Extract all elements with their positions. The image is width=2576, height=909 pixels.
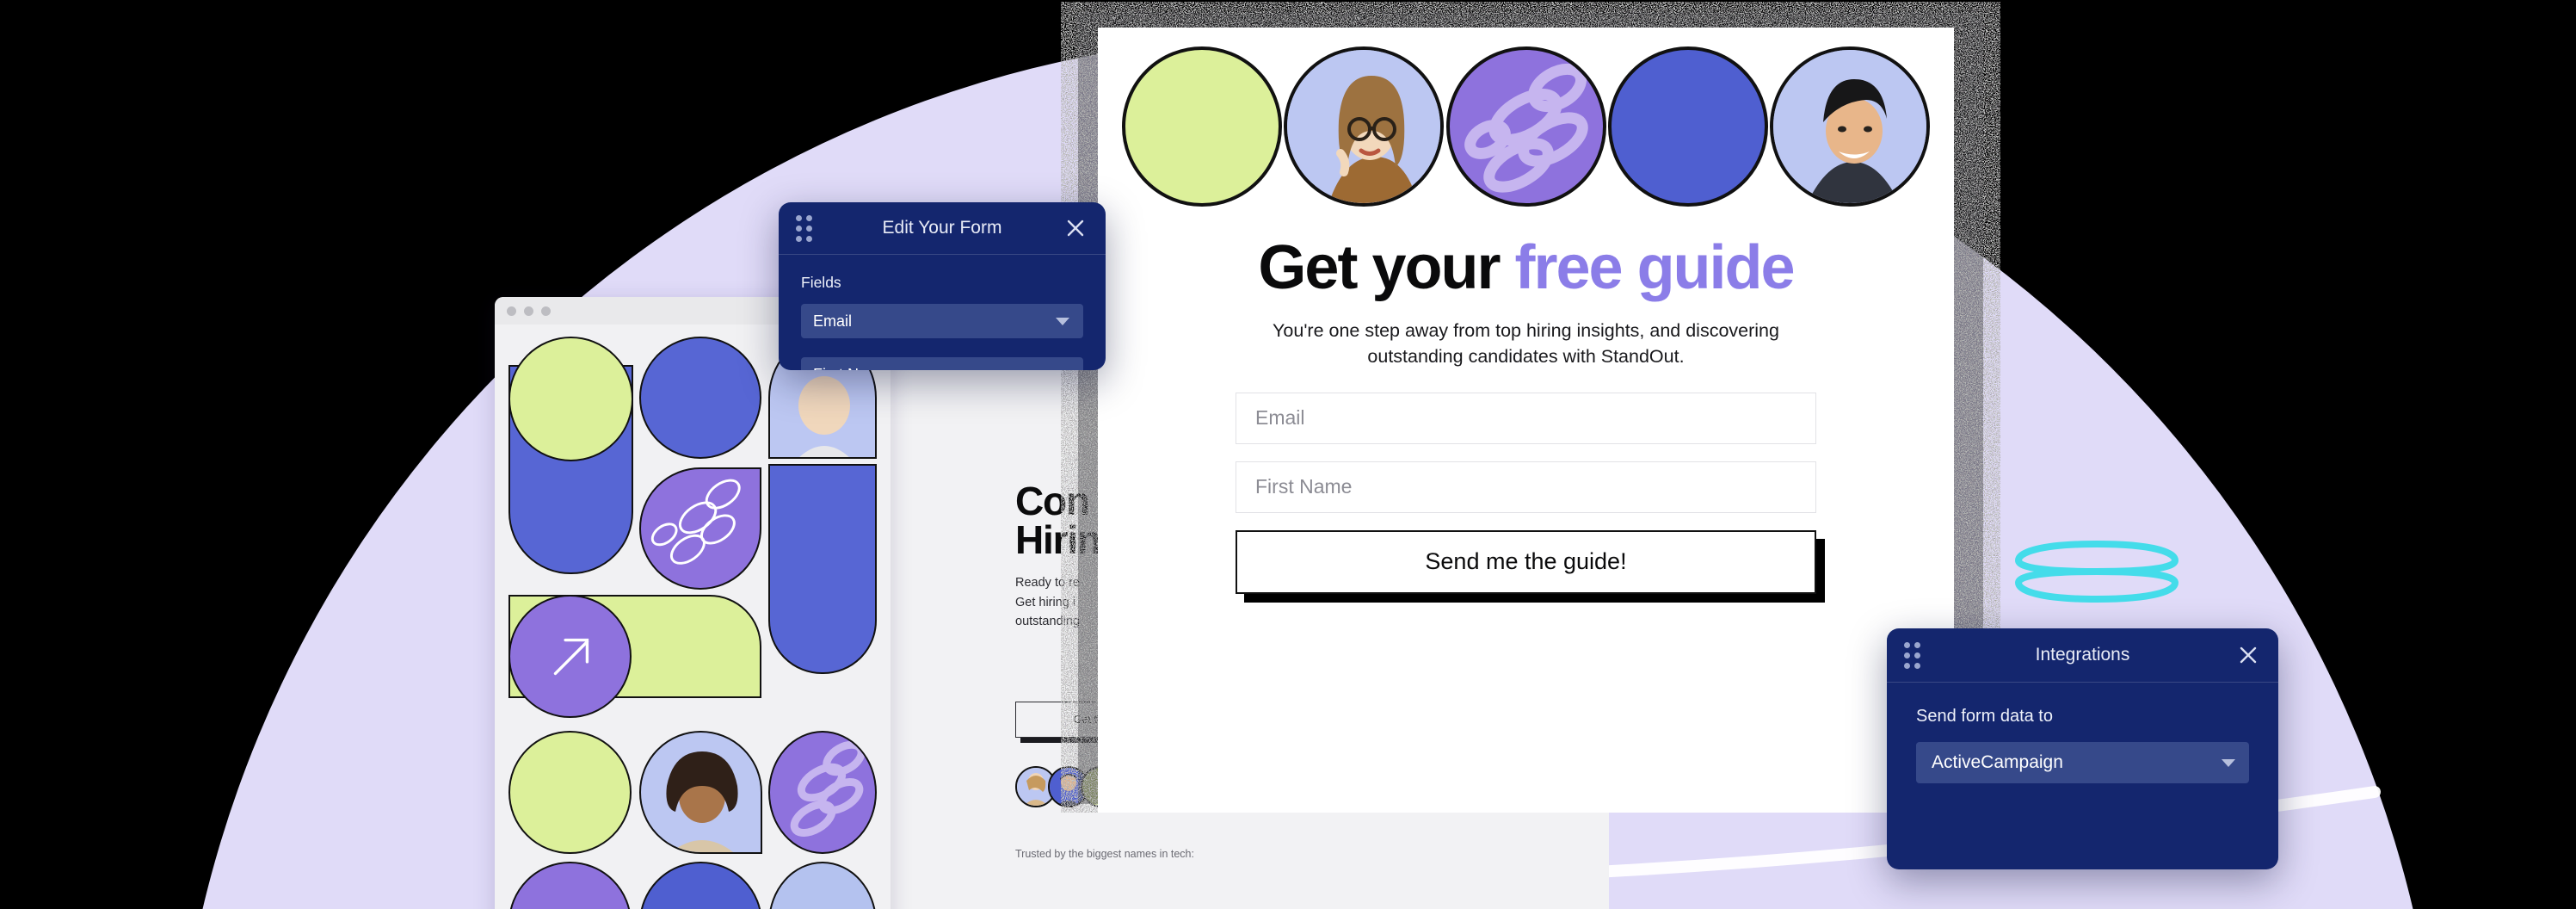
integrations-modal[interactable]: Integrations Send form data to ActiveCam… bbox=[1887, 628, 2278, 869]
cyan-squiggle-decoration bbox=[2015, 541, 2179, 603]
submit-wrapper: Send me the guide! bbox=[1236, 529, 1816, 594]
integration-select-value: ActiveCampaign bbox=[1932, 752, 2063, 772]
edit-form-modal-header: Edit Your Form bbox=[779, 202, 1106, 255]
first-name-field[interactable]: First Name bbox=[1236, 461, 1816, 513]
close-icon[interactable] bbox=[2237, 644, 2259, 666]
send-form-data-label: Send form data to bbox=[1916, 707, 2053, 726]
avatar-blue-blank bbox=[1607, 46, 1768, 207]
avatar-lime-blank bbox=[1122, 46, 1282, 207]
fields-section-label: Fields bbox=[801, 274, 841, 291]
drag-handle-icon[interactable] bbox=[796, 214, 812, 242]
squiggle-icon-2 bbox=[790, 740, 866, 837]
browser-content bbox=[495, 325, 891, 909]
headline-plain: Get your bbox=[1258, 233, 1515, 302]
tile-lime-circle-2 bbox=[508, 731, 632, 854]
chevron-down-icon bbox=[2222, 758, 2235, 767]
tile-purple-squiggle bbox=[639, 467, 761, 590]
bg-trust-label: Trusted by the biggest names in tech: bbox=[1015, 848, 1194, 860]
card-headline: Get your free guide bbox=[1098, 207, 1954, 300]
avatar-row bbox=[1098, 28, 1954, 207]
tile-photo-woman bbox=[639, 731, 762, 854]
screenshot-stage: Con Hirin Ready to re Get hiring i outstand… bbox=[0, 0, 2576, 909]
tile-blue-circle bbox=[639, 337, 761, 459]
integrations-modal-title: Integrations bbox=[2035, 645, 2130, 665]
headline-highlight: free guide bbox=[1514, 233, 1795, 302]
avatar-man-smiling bbox=[1770, 46, 1930, 207]
drag-handle-icon[interactable] bbox=[1904, 641, 1920, 669]
integrations-modal-header: Integrations bbox=[1887, 628, 2278, 683]
card-surface: Get your free guide You're one step away… bbox=[1098, 28, 1954, 813]
traffic-light-minimize-icon[interactable] bbox=[524, 306, 533, 316]
avatar-woman-glasses bbox=[1284, 46, 1445, 207]
send-guide-button[interactable]: Send me the guide! bbox=[1236, 529, 1816, 594]
shape-grid bbox=[508, 337, 877, 909]
tile-lime-circle bbox=[508, 337, 633, 461]
card-subheading: You're one step away from top hiring ins… bbox=[1273, 319, 1779, 368]
arrow-up-right-icon bbox=[553, 638, 589, 676]
edit-form-modal-title: Edit Your Form bbox=[882, 218, 1002, 238]
email-field[interactable]: Email bbox=[1236, 392, 1816, 444]
squiggle-icon bbox=[650, 479, 741, 565]
edit-form-modal-body: Fields Email First Name bbox=[779, 255, 1106, 370]
field-select-email-value: Email bbox=[813, 312, 853, 330]
lead-form: Email First Name Send me the guide! bbox=[1098, 370, 1954, 594]
tile-blue-tall-right bbox=[768, 464, 877, 674]
integrations-modal-body: Send form data to ActiveCampaign bbox=[1887, 683, 2278, 826]
browser-window-mock bbox=[495, 297, 891, 909]
tile-periwinkle-bottom bbox=[768, 862, 877, 909]
integration-select[interactable]: ActiveCampaign bbox=[1916, 742, 2249, 783]
field-select-first-name-value: First Name bbox=[813, 366, 889, 371]
field-select-first-name[interactable]: First Name bbox=[801, 357, 1083, 370]
field-select-email[interactable]: Email bbox=[801, 304, 1083, 338]
avatar-purple-squiggle bbox=[1445, 46, 1606, 207]
squiggle-icon-3 bbox=[1464, 63, 1588, 193]
tile-purple-arrow-circle bbox=[508, 595, 632, 718]
close-icon[interactable] bbox=[1064, 217, 1087, 239]
edit-form-modal[interactable]: Edit Your Form Fields Email First Name bbox=[779, 202, 1106, 370]
lead-capture-card: Get your free guide You're one step away… bbox=[1061, 2, 2000, 813]
tile-blue-bottom bbox=[639, 862, 762, 909]
chevron-down-icon bbox=[1056, 317, 1069, 325]
traffic-light-zoom-icon[interactable] bbox=[541, 306, 551, 316]
traffic-light-close-icon[interactable] bbox=[507, 306, 516, 316]
tile-purple-circle-bottom bbox=[508, 862, 632, 909]
tile-purple-squiggle-2 bbox=[768, 731, 877, 854]
